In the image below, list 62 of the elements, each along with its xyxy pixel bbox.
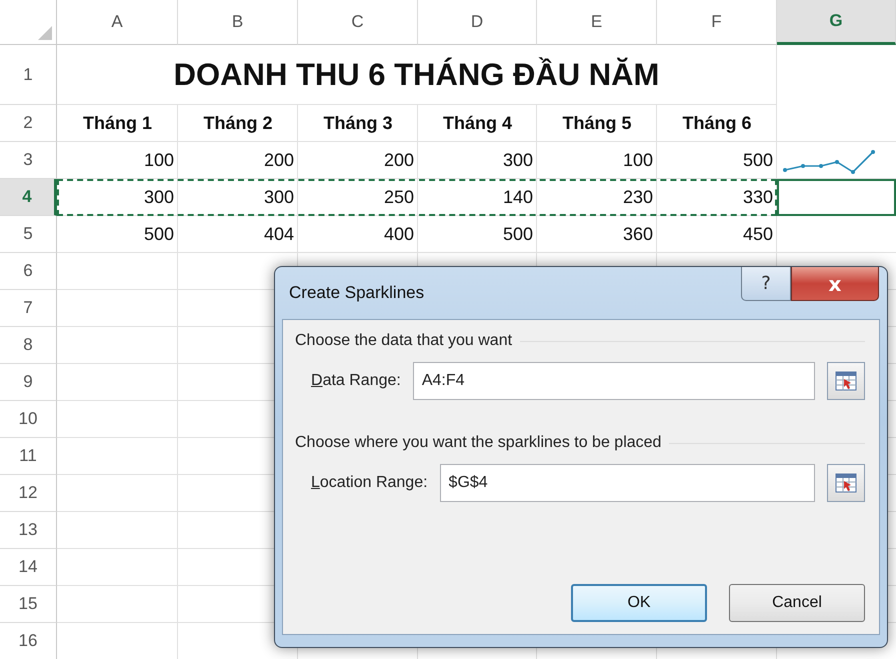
table-cell-text: 100 [142,149,175,172]
column-header[interactable]: B [178,0,298,45]
close-button[interactable]: x [791,267,879,301]
row-header[interactable]: 8 [0,327,57,364]
sheet-title: DOANH THU 6 THÁNG ĐẦU NĂM [57,45,777,105]
row-header[interactable]: 5 [0,216,57,253]
table-cell-text: 330 [742,186,774,209]
table-cell-text: 500 [742,149,774,172]
range-picker-button[interactable] [827,362,865,400]
selected-cell[interactable] [777,179,896,216]
dialog-title: Create Sparklines [289,283,424,303]
table-cell-text: 500 [142,223,175,246]
ok-button[interactable]: OK [571,584,707,622]
row-header[interactable]: 12 [0,475,57,512]
row-header[interactable]: 16 [0,623,57,659]
row-header[interactable]: 9 [0,364,57,401]
table-cell-text: 250 [382,186,415,209]
row-header[interactable]: 15 [0,586,57,623]
row-header[interactable]: 7 [0,290,57,327]
column-title: Tháng 3 [322,112,394,135]
column-title: Tháng 4 [442,112,513,135]
table-cell-text: 230 [622,186,654,209]
table-cell-text: 360 [622,223,654,246]
table-cell-text: 140 [502,186,534,209]
row-header[interactable]: 13 [0,512,57,549]
column-header[interactable]: G [777,0,896,45]
column-title: Tháng 1 [82,112,153,135]
help-button[interactable]: ? [741,267,791,301]
range-field[interactable]: $G$4 [440,464,815,502]
cancel-button[interactable]: Cancel [729,584,865,622]
table-cell-text: 100 [622,149,654,172]
column-header[interactable]: E [537,0,657,45]
group-heading: Choose where you want the sparklines to be placed [295,434,662,452]
row-header[interactable]: 2 [0,105,57,142]
range-picker-icon [835,371,857,391]
row-header[interactable]: 10 [0,401,57,438]
row-header[interactable]: 11 [0,438,57,475]
column-header[interactable]: A [57,0,178,45]
table-cell-text: 300 [142,186,175,209]
column-header[interactable]: C [298,0,418,45]
group-heading: Choose the data that you want [295,332,512,350]
table-cell-text: 450 [742,223,774,246]
column-title: Tháng 6 [681,112,752,135]
row-header[interactable]: 14 [0,549,57,586]
table-cell-text: 300 [502,149,534,172]
table-cell-text: 200 [382,149,415,172]
table-cell-text: 300 [262,186,295,209]
column-header[interactable]: D [418,0,537,45]
row-header[interactable]: 4 [0,179,57,216]
field-label: Data Range: [311,372,401,390]
range-picker-button[interactable] [827,464,865,502]
field-label: Location Range: [311,474,428,492]
range-picker-icon [835,473,857,493]
table-cell-text: 500 [502,223,534,246]
table-cell-text: 200 [262,149,295,172]
table-cell-text: 404 [262,223,295,246]
range-field[interactable]: A4:F4 [412,362,815,400]
column-title: Tháng 2 [202,112,274,135]
table-cell-text: 400 [382,223,415,246]
row-header[interactable]: 6 [0,253,57,290]
column-header[interactable]: F [657,0,777,45]
column-title: Tháng 5 [561,112,632,135]
